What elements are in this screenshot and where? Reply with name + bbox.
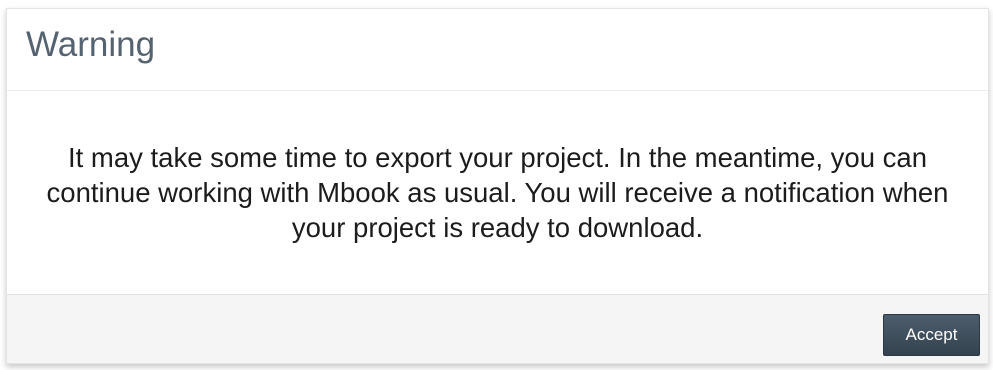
dialog-message: It may take some time to export your pro… (46, 142, 949, 243)
accept-button[interactable]: Accept (883, 314, 980, 356)
dialog-header: Warning (7, 9, 988, 91)
dialog-title: Warning (26, 25, 156, 64)
dialog-body: It may take some time to export your pro… (7, 91, 988, 294)
dialog-footer: Accept (7, 294, 988, 363)
warning-dialog: Warning It may take some time to export … (6, 8, 989, 364)
